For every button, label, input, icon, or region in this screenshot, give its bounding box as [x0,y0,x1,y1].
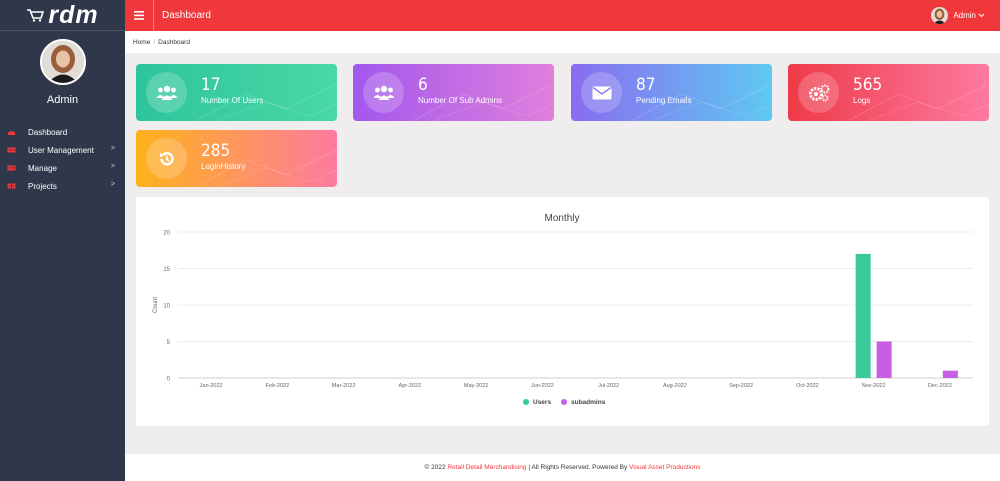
y-axis-label: Count [153,297,159,313]
user-menu[interactable]: Admin [931,7,985,24]
sidebar-item-dashboard[interactable]: Dashboard [0,123,125,141]
dashboard-icon [7,131,16,135]
sidebar-item-manage[interactable]: Manage > [0,159,125,177]
chevron-right-icon: > [110,145,115,152]
manage-icon [7,165,16,171]
stat-label: Number Of Sub Admins [418,96,503,105]
profile-name: Admin [46,94,79,106]
stat-card-sub-admins[interactable]: 6 Number Of Sub Admins [353,64,554,121]
legend-marker [561,399,567,405]
footer-copyright: © 2022 [424,464,448,471]
chevron-right-icon: > [110,163,115,170]
chevron-down-icon [978,13,985,18]
x-tick-label: Oct-2022 [796,383,819,389]
breadcrumb-current: Dashboard [158,39,190,46]
legend-label: subadmins [571,399,606,406]
y-tick-label: 10 [163,304,170,310]
stat-card-login-history[interactable]: 285 LoginHistory [136,130,337,187]
users-icon [7,147,16,153]
top-header: Dashboard Admin [125,0,1000,31]
x-tick-label: Jan-2022 [200,383,223,389]
sidebar-item-projects[interactable]: Projects > [0,177,125,195]
stat-label: LoginHistory [201,162,246,171]
stat-label: Pending Emails [636,96,692,105]
bar-subadmins-dec-2022 [942,370,958,378]
x-tick-label: May-2022 [464,383,488,389]
menu-toggle-button[interactable] [125,0,154,31]
sidebar-item-label: Projects [28,181,57,191]
history-icon [146,138,187,179]
x-tick-label: Nov-2022 [862,383,886,389]
sidebar-item-label: User Management [28,145,94,155]
chart-svg: Monthly 0 5 10 15 20 Count Jan-2022 Feb-2022 Mar-… [153,213,973,406]
envelope-icon [581,72,622,113]
stat-value: 17 [201,75,221,95]
hamburger-icon [134,11,144,20]
legend-marker [523,399,529,405]
footer: © 2022 Retail Detail Merchandising | All… [125,454,1000,481]
stat-label: Number Of Users [201,96,264,105]
stat-value: 285 [201,141,231,161]
projects-icon [7,183,16,189]
gears-icon [798,72,839,113]
y-tick-label: 5 [167,340,171,346]
footer-company-link[interactable]: Retail Detail Merchandising [447,464,526,471]
user-name: Admin [953,11,976,20]
stat-card-logs[interactable]: 565 Logs [788,64,989,121]
y-tick-label: 0 [167,377,171,383]
avatar [931,7,949,24]
stat-value: 565 [853,75,883,95]
x-tick-label: Dec-2022 [928,383,952,389]
sidebar-menu: Dashboard User Management > Manage > Pro… [0,123,125,195]
stat-card-users[interactable]: 17 Number Of Users [136,64,337,121]
sidebar-item-label: Dashboard [28,127,68,137]
y-tick-label: 15 [163,267,170,273]
bar-subadmins-nov-2022 [876,341,892,378]
y-tick-label: 20 [163,231,170,237]
stat-value: 6 [418,75,428,95]
footer-rights: | All Rights Reserved. Powered By [526,464,630,471]
x-tick-label: Aug-2022 [663,383,687,389]
sub-admins-icon [363,72,404,113]
page-title: Dashboard [162,10,211,21]
sidebar-item-user-management[interactable]: User Management > [0,141,125,159]
breadcrumb: Home / Dashboard [125,31,1000,53]
x-tick-label: Jun-2022 [531,383,554,389]
chart-title: Monthly [544,213,579,224]
x-tick-label: Apr-2022 [399,383,422,389]
sidebar-item-label: Manage [28,163,57,173]
chevron-right-icon: > [110,181,115,188]
avatar[interactable] [39,39,86,85]
logo-text: rdm [48,0,99,29]
x-tick-label: Feb-2022 [266,383,290,389]
stat-label: Logs [853,96,871,105]
cart-icon [27,9,45,22]
x-tick-label: Sep-2022 [729,383,753,389]
x-tick-label: Jul-2022 [598,383,619,389]
breadcrumb-home-link[interactable]: Home [133,39,150,46]
legend-label: Users [533,399,551,406]
x-tick-label: Mar-2022 [332,383,356,389]
users-icon [146,72,187,113]
logo[interactable]: rdm [0,0,125,31]
profile: Admin [0,31,125,106]
monthly-chart: Monthly 0 5 10 15 20 Count Jan-2022 Feb-2022 Mar-… [136,197,989,426]
footer-powered-link[interactable]: Visual Asset Productions [629,464,700,471]
bar-users-nov-2022 [855,253,871,378]
stat-value: 87 [636,75,656,95]
sidebar: rdm Admin Dashboard User Management > Ma… [0,0,125,481]
stat-card-pending-emails[interactable]: 87 Pending Emails [571,64,772,121]
